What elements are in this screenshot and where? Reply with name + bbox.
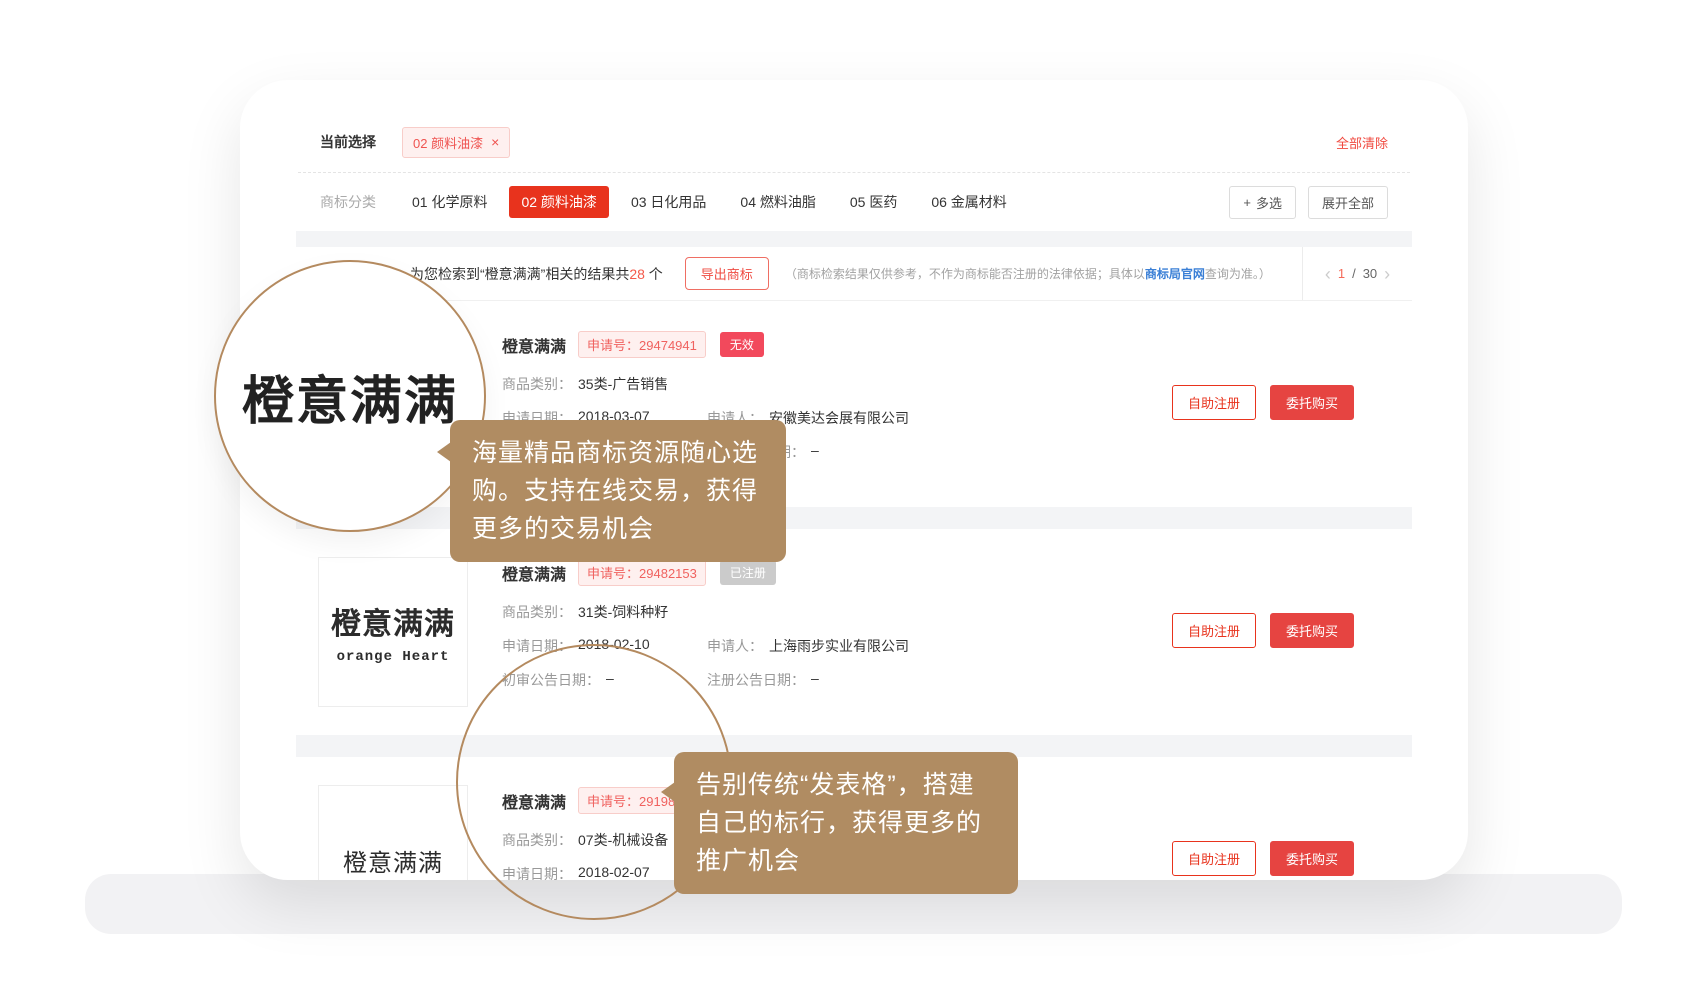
results-count: 28	[629, 266, 645, 282]
application-number-tag: 申请号：29482153	[578, 559, 706, 586]
logo-text-sub: orange Heart	[337, 649, 450, 665]
trademark-image-3: 橙意满满	[318, 785, 468, 880]
page-total: 30	[1363, 266, 1377, 281]
results-header: 为您检索到“橙意满满”相关的结果共28 个 导出商标 （商标检索结果仅供参考，不…	[296, 247, 1412, 301]
magnified-trademark-text: 橙意满满	[242, 359, 458, 434]
trademark-title: 橙意满满	[502, 333, 566, 357]
expand-all-button[interactable]: 展开全部	[1308, 186, 1388, 219]
trademark-image-2: 橙意满满 orange Heart	[318, 557, 468, 707]
logo-text-main: 橙意满满	[331, 599, 455, 643]
tooltip-arrow-icon	[437, 442, 451, 462]
logo-text-main: 橙意满满	[343, 843, 443, 878]
page: 当前选择 02 颜料油漆 × 全部清除 商标分类 01 化学原料 02 颜料油漆…	[0, 0, 1696, 1002]
tooltip-arrow-icon	[661, 782, 675, 802]
panel-gap	[296, 231, 1412, 247]
results-summary: 为您检索到“橙意满满”相关的结果共28 个	[410, 264, 663, 284]
tab-category-04[interactable]: 04 燃料油脂	[728, 186, 827, 218]
tab-category-01[interactable]: 01 化学原料	[400, 186, 499, 218]
tab-category-06[interactable]: 06 金属材料	[919, 186, 1018, 218]
entrust-buy-button[interactable]: 委托购买	[1270, 385, 1354, 420]
application-number-tag: 申请号：29474941	[578, 331, 706, 358]
multi-select-label: 多选	[1256, 193, 1282, 212]
magnifier-lens-trademark: 橙意满满	[214, 260, 486, 532]
pagination: ‹ 1 / 30 ›	[1302, 247, 1412, 300]
tooltip-marketplace: 海量精品商标资源随心选购。支持在线交易，获得更多的交易机会	[450, 420, 786, 562]
page-current: 1	[1338, 266, 1345, 281]
reg-pub-value: –	[811, 670, 819, 690]
tab-category-02-active[interactable]: 02 颜料油漆	[509, 186, 608, 218]
current-selection-label: 当前选择	[320, 132, 376, 152]
applicant-value: 上海雨步实业有限公司	[769, 636, 909, 656]
self-register-button[interactable]: 自助注册	[1172, 385, 1256, 420]
trademark-office-link[interactable]: 商标局官网	[1145, 267, 1205, 281]
current-selection-row: 当前选择 02 颜料油漆 × 全部清除	[296, 112, 1412, 172]
category-value: 31类-饲料种籽	[578, 602, 668, 622]
entrust-buy-button[interactable]: 委托购买	[1270, 613, 1354, 648]
self-register-button[interactable]: 自助注册	[1172, 613, 1256, 648]
selected-filter-tag[interactable]: 02 颜料油漆 ×	[402, 127, 510, 158]
tab-category-03[interactable]: 03 日化用品	[619, 186, 718, 218]
self-register-button[interactable]: 自助注册	[1172, 841, 1256, 876]
multi-select-button[interactable]: + 多选	[1229, 186, 1296, 219]
selected-filter-tag-label: 02 颜料油漆	[413, 133, 483, 152]
plus-icon: +	[1243, 195, 1251, 210]
trademark-title: 橙意满满	[502, 561, 566, 585]
category-value: 35类-广告销售	[578, 374, 668, 394]
category-label: 商标分类	[320, 192, 376, 212]
tooltip-promotion: 告别传统“发表格”，搭建自己的标行，获得更多的推广机会	[674, 752, 1018, 894]
category-tabs-row: 商标分类 01 化学原料 02 颜料油漆 03 日化用品 04 燃料油脂 05 …	[296, 173, 1412, 231]
applicant-value: 安徽美达会展有限公司	[769, 408, 909, 428]
chevron-left-icon[interactable]: ‹	[1325, 265, 1331, 283]
reg-pub-value: –	[811, 442, 819, 462]
close-icon[interactable]: ×	[491, 135, 499, 149]
status-badge-registered: 已注册	[720, 560, 776, 585]
tab-category-05[interactable]: 05 医药	[838, 186, 909, 218]
chevron-right-icon[interactable]: ›	[1384, 265, 1390, 283]
entrust-buy-button[interactable]: 委托购买	[1270, 841, 1354, 876]
clear-all-button[interactable]: 全部清除	[1336, 133, 1388, 152]
export-trademarks-button[interactable]: 导出商标	[685, 257, 769, 290]
disclaimer-text: （商标检索结果仅供参考，不作为商标能否注册的法律依据；具体以商标局官网查询为准。…	[785, 265, 1271, 282]
filter-panel: 当前选择 02 颜料油漆 × 全部清除 商标分类 01 化学原料 02 颜料油漆…	[296, 112, 1412, 231]
status-badge-invalid: 无效	[720, 332, 764, 357]
